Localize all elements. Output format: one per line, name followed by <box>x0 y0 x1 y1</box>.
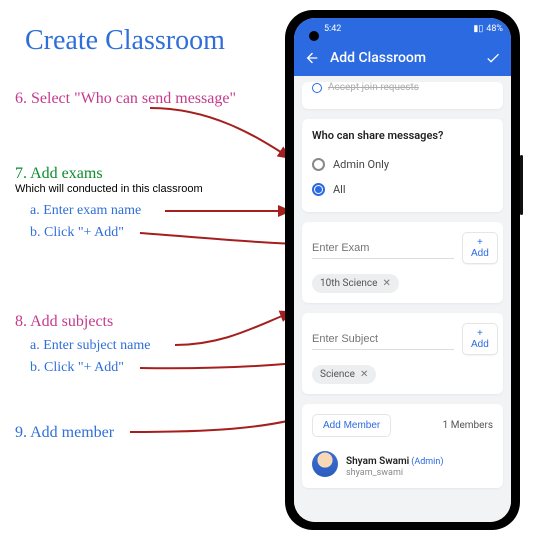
subject-input[interactable] <box>312 329 454 350</box>
step-7b: b. Click "+ Add" <box>30 225 124 241</box>
phone-side-button <box>520 155 523 215</box>
step-7-label: 7. Add exams <box>15 165 103 182</box>
radio-label: All <box>333 183 346 196</box>
member-row[interactable]: Shyam Swami(Admin) shyam_swami <box>312 443 493 478</box>
subjects-card: + Add Science ✕ <box>302 313 503 394</box>
radio-icon <box>312 158 325 171</box>
radio-icon <box>312 183 325 196</box>
step-8a: a. Enter subject name <box>30 338 151 354</box>
battery-label: 48% <box>486 24 503 34</box>
join-option-label: Accept join requests <box>328 82 419 93</box>
close-icon[interactable]: ✕ <box>382 278 390 289</box>
appbar-title: Add Classroom <box>330 50 426 66</box>
step-6: 6. Select "Who can send message" <box>15 90 236 108</box>
step-9: 9. Add member <box>15 424 114 442</box>
member-username: shyam_swami <box>346 468 443 478</box>
chip-label: 10th Science <box>320 278 377 289</box>
confirm-icon[interactable] <box>485 50 501 66</box>
radio-all[interactable]: All <box>312 177 493 202</box>
step-7-sub: Which will conducted in this classroom <box>15 183 203 195</box>
step-8b: b. Click "+ Add" <box>30 360 124 376</box>
radio-icon <box>312 83 322 93</box>
members-card: Add Member 1 Members Shyam Swami(Admin) … <box>302 404 503 488</box>
exams-card: + Add 10th Science ✕ <box>302 222 503 303</box>
member-name: Shyam Swami <box>346 456 409 467</box>
phone-screen: 5:42 ▮▯ 48% Add Classroom Accept join <box>294 18 511 522</box>
chip-label: Science <box>320 369 355 380</box>
app-bar: Add Classroom <box>294 40 511 76</box>
radio-label: Admin Only <box>333 158 389 171</box>
exam-chip[interactable]: 10th Science ✕ <box>312 274 399 293</box>
admin-tag: (Admin) <box>411 457 443 467</box>
share-messages-card: Who can share messages? Admin Only All <box>302 119 503 212</box>
avatar <box>312 451 338 477</box>
subject-chip[interactable]: Science ✕ <box>312 365 376 384</box>
step-8: 8. Add subjects <box>15 313 113 331</box>
members-count: 1 Members <box>443 420 493 431</box>
phone-frame: 5:42 ▮▯ 48% Add Classroom Accept join <box>285 10 520 530</box>
page-title: Create Classroom <box>25 25 225 57</box>
step-7: 7. Add exams Which will conducted in thi… <box>15 165 203 195</box>
add-subject-button[interactable]: + Add <box>462 323 498 355</box>
share-question: Who can share messages? <box>312 129 493 142</box>
screen-body: Accept join requests Who can share messa… <box>294 76 511 522</box>
step-7a: a. Enter exam name <box>30 203 141 219</box>
back-icon[interactable] <box>304 50 320 66</box>
add-member-button[interactable]: Add Member <box>312 414 391 437</box>
join-card-partial: Accept join requests <box>302 82 503 109</box>
close-icon[interactable]: ✕ <box>360 369 368 380</box>
radio-admin-only[interactable]: Admin Only <box>312 152 493 177</box>
status-bar: 5:42 ▮▯ 48% <box>294 18 511 40</box>
add-exam-button[interactable]: + Add <box>462 232 498 264</box>
exam-input[interactable] <box>312 238 454 259</box>
status-time: 5:42 <box>324 24 341 34</box>
signal-icon: ▮▯ <box>473 24 483 34</box>
front-camera <box>309 31 319 41</box>
